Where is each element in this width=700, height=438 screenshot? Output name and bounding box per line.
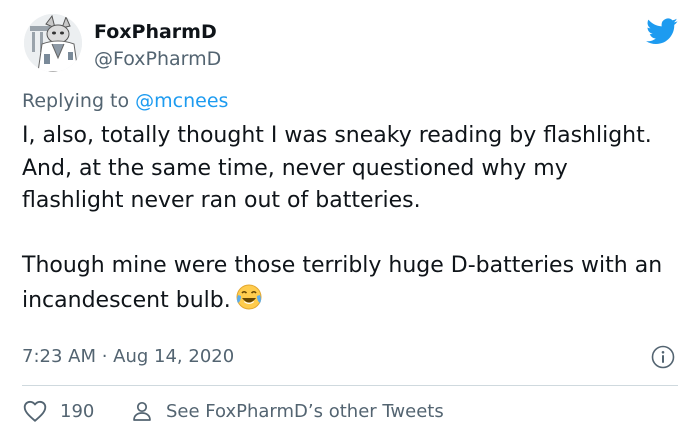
replying-to: Replying to @mcnees	[22, 90, 228, 112]
heart-icon	[23, 400, 47, 422]
author-handle[interactable]: @FoxPharmD	[94, 48, 221, 70]
tweet-text: I, also, totally thought I was sneaky re…	[22, 120, 672, 317]
tweet-paragraph-3: Though mine were those terribly huge D-b…	[22, 250, 672, 317]
tweet-timestamp[interactable]: 7:23 AM · Aug 14, 2020	[22, 346, 234, 367]
reply-handle-link[interactable]: @mcnees	[135, 90, 228, 112]
face-with-tears-of-joy-icon	[236, 284, 262, 309]
person-icon	[133, 401, 151, 421]
tweet-line-3: Though mine were those terribly huge D-b…	[22, 253, 663, 313]
twitter-bird-icon[interactable]	[646, 18, 678, 45]
info-icon[interactable]	[651, 345, 675, 369]
divider	[22, 385, 678, 386]
author-name[interactable]: FoxPharmD	[94, 21, 217, 43]
tweet-line-1: I, also, totally thought I was sneaky re…	[22, 123, 652, 148]
tweet-line-2: And, at the same time, never questioned …	[22, 155, 568, 214]
see-other-tweets-label: See FoxPharmD’s other Tweets	[166, 400, 444, 422]
see-other-tweets-link[interactable]: See FoxPharmD’s other Tweets	[130, 398, 444, 424]
replying-to-label: Replying to	[22, 90, 130, 112]
fox-avatar-illustration	[24, 14, 82, 72]
like-button[interactable]: 190	[22, 398, 94, 424]
like-count: 190	[60, 400, 95, 422]
avatar[interactable]	[24, 14, 82, 72]
